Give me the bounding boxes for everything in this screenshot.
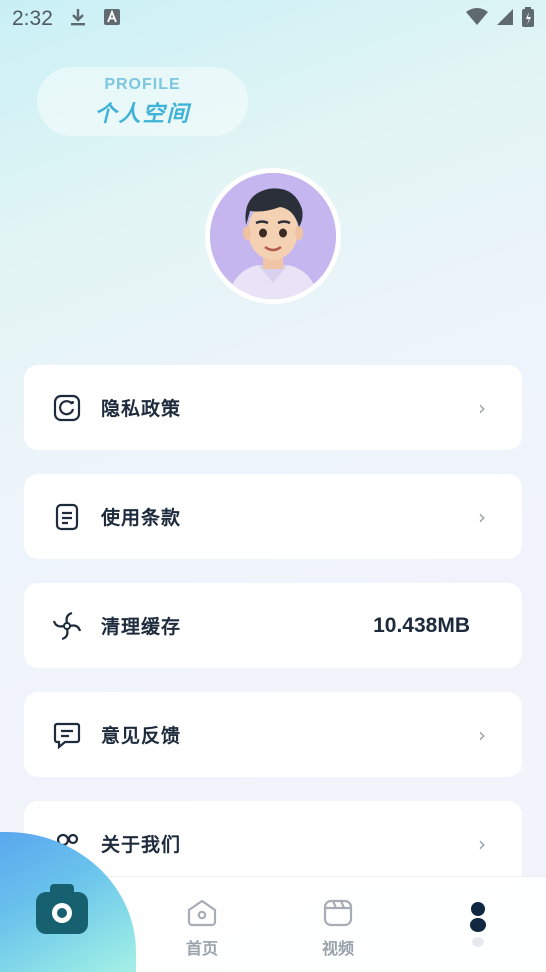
profile-title-en: PROFILE	[104, 75, 181, 93]
profile-header: PROFILE 个人空间	[37, 67, 248, 136]
document-icon	[52, 502, 82, 532]
menu-item-privacy-policy[interactable]: 隐私政策 ›	[24, 365, 522, 450]
status-bar: 2:32	[0, 0, 546, 38]
feedback-icon	[52, 720, 82, 750]
tab-home[interactable]: 首页	[186, 899, 218, 959]
tab-video[interactable]: 视频	[322, 899, 354, 959]
menu-label: 使用条款	[101, 507, 182, 529]
tab-profile[interactable]	[466, 901, 490, 953]
chevron-right-icon: ›	[478, 722, 486, 747]
wifi-icon	[466, 8, 488, 30]
cache-size-value: 10.438MB	[373, 613, 470, 637]
menu-item-clear-cache[interactable]: 清理缓存 10.438MB	[24, 583, 522, 668]
menu-label: 隐私政策	[101, 398, 182, 420]
chevron-right-icon: ›	[478, 395, 486, 420]
home-icon	[187, 899, 217, 931]
avatar[interactable]	[205, 168, 341, 304]
tab-label: 视频	[322, 939, 355, 958]
download-icon	[69, 7, 87, 31]
battery-icon	[522, 7, 534, 31]
profile-title-cn: 个人空间	[94, 101, 191, 127]
chevron-right-icon: ›	[478, 831, 486, 856]
signal-icon	[496, 8, 514, 30]
video-icon	[323, 899, 353, 931]
menu-label: 清理缓存	[101, 616, 182, 638]
menu-item-feedback[interactable]: 意见反馈 ›	[24, 692, 522, 777]
tab-label: 首页	[186, 939, 219, 958]
profile-tab-icon	[466, 901, 490, 953]
fan-icon	[52, 611, 82, 641]
menu-label: 意见反馈	[101, 725, 182, 747]
camera-icon	[36, 884, 88, 938]
menu-label: 关于我们	[101, 834, 182, 856]
avatar-illustration	[210, 173, 336, 299]
privacy-icon	[52, 393, 82, 423]
app-notification-icon	[103, 8, 121, 30]
menu-item-terms-of-use[interactable]: 使用条款 ›	[24, 474, 522, 559]
status-time: 2:32	[12, 7, 53, 30]
chevron-right-icon: ›	[478, 504, 486, 529]
